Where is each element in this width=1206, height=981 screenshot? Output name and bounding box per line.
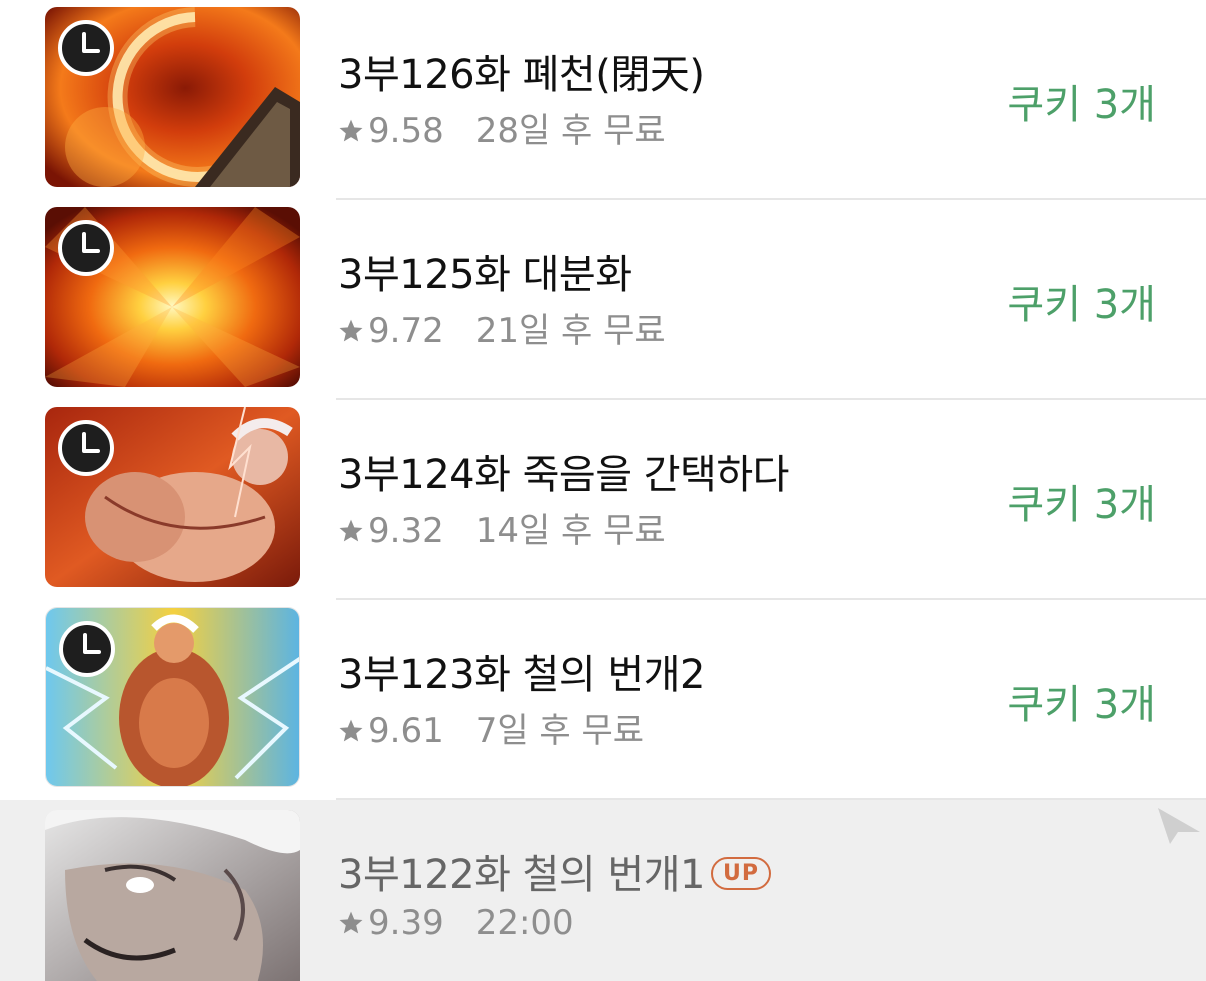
- cookie-price: 쿠키 3개: [1007, 682, 1156, 728]
- episode-thumbnail: [45, 607, 300, 787]
- free-countdown: 21일 후 무료: [475, 311, 666, 351]
- episode-thumbnail: [45, 810, 300, 981]
- episode-thumbnail: [45, 207, 300, 387]
- clock-icon: [58, 420, 114, 476]
- up-badge: UP: [710, 857, 771, 890]
- pointer-arrow-icon: [1158, 808, 1200, 844]
- episode-title: 3부124화 죽음을 간택하다: [338, 452, 789, 498]
- episode-rating: 9.39: [368, 903, 444, 943]
- star-icon: [339, 319, 363, 342]
- episode-rating: 9.32: [368, 511, 444, 551]
- free-countdown: 28일 후 무료: [475, 111, 666, 151]
- episode-meta: 9.58 28일 후 무료: [338, 103, 666, 152]
- star-icon: [339, 911, 363, 934]
- episode-row-current[interactable]: 3부122화 철의 번개1 UP 9.39 22:00: [0, 800, 1206, 981]
- clock-icon: [58, 220, 114, 276]
- episode-meta: 9.72 21일 후 무료: [338, 303, 666, 352]
- episode-title: 3부126화 폐천(閉天): [338, 52, 705, 98]
- episode-row[interactable]: 3부125화 대분화 9.72 21일 후 무료 쿠키 3개: [0, 200, 1206, 400]
- clock-icon: [58, 20, 114, 76]
- free-countdown: 7일 후 무료: [475, 711, 645, 751]
- episode-thumbnail: [45, 7, 300, 187]
- episode-row[interactable]: 3부124화 죽음을 간택하다 9.32 14일 후 무료 쿠키 3개: [0, 400, 1206, 600]
- episode-rating: 9.72: [368, 311, 444, 351]
- star-icon: [339, 119, 363, 142]
- episode-meta: 9.32 14일 후 무료: [338, 503, 666, 552]
- thumbnail-art: [45, 810, 300, 981]
- free-countdown: 14일 후 무료: [475, 511, 666, 551]
- release-time: 22:00: [475, 903, 574, 943]
- cookie-price: 쿠키 3개: [1007, 282, 1156, 328]
- star-icon: [339, 519, 363, 542]
- episode-rating: 9.58: [368, 111, 444, 151]
- star-icon: [339, 719, 363, 742]
- episode-thumbnail: [45, 407, 300, 587]
- episode-title-text: 3부122화 철의 번개1: [338, 852, 705, 898]
- episode-list: 3부126화 폐천(閉天) 9.58 28일 후 무료 쿠키 3개 3부125화…: [0, 0, 1206, 981]
- clock-icon: [59, 621, 115, 677]
- episode-title: 3부125화 대분화: [338, 252, 632, 298]
- episode-row[interactable]: 3부123화 철의 번개2 9.61 7일 후 무료 쿠키 3개: [0, 600, 1206, 800]
- episode-title: 3부123화 철의 번개2: [338, 652, 705, 698]
- cookie-price: 쿠키 3개: [1007, 82, 1156, 128]
- episode-title: 3부122화 철의 번개1 UP: [338, 842, 771, 900]
- episode-rating: 9.61: [368, 711, 444, 751]
- episode-meta: 9.39 22:00: [338, 903, 574, 943]
- episode-meta: 9.61 7일 후 무료: [338, 703, 644, 752]
- episode-row[interactable]: 3부126화 폐천(閉天) 9.58 28일 후 무료 쿠키 3개: [0, 0, 1206, 200]
- cookie-price: 쿠키 3개: [1007, 482, 1156, 528]
